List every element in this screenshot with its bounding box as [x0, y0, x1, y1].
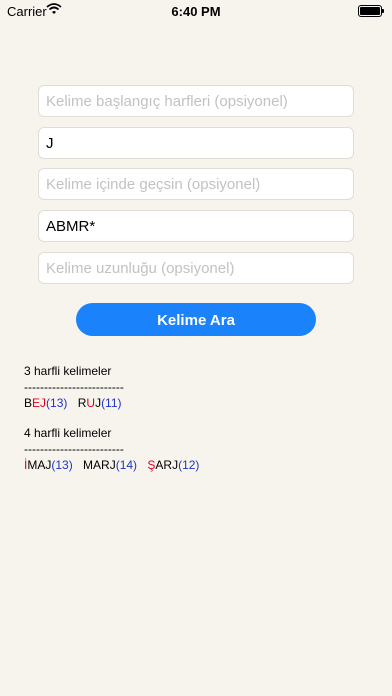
- separator: -------------------------: [24, 380, 124, 394]
- group-title: 3 harfli kelimeler: [24, 364, 112, 378]
- separator: -------------------------: [24, 442, 124, 456]
- word-list: İMAJ(13) MARJ(14) ŞARJ(12): [24, 457, 206, 473]
- word-item[interactable]: BEJ(13): [24, 396, 67, 410]
- contains-input[interactable]: [38, 168, 354, 200]
- letters-input[interactable]: [38, 210, 354, 242]
- length-input[interactable]: [38, 252, 354, 284]
- word-item[interactable]: MARJ(14): [83, 458, 137, 472]
- status-bar: Carrier 6:40 PM: [0, 0, 392, 22]
- word-item[interactable]: RUJ(11): [78, 396, 122, 410]
- word-list: BEJ(13) RUJ(11): [24, 395, 206, 411]
- result-group-3: 3 harfli kelimeler ---------------------…: [24, 363, 206, 411]
- results-list: 3 harfli kelimeler ---------------------…: [24, 363, 206, 487]
- suffix-input[interactable]: [38, 127, 354, 159]
- battery-icon: [358, 5, 384, 17]
- prefix-input[interactable]: [38, 85, 354, 117]
- search-button[interactable]: Kelime Ara: [76, 303, 316, 336]
- word-item[interactable]: ŞARJ(12): [147, 458, 199, 472]
- word-item[interactable]: İMAJ(13): [24, 458, 73, 472]
- result-group-4: 4 harfli kelimeler ---------------------…: [24, 425, 206, 473]
- group-title: 4 harfli kelimeler: [24, 426, 112, 440]
- clock: 6:40 PM: [171, 4, 221, 19]
